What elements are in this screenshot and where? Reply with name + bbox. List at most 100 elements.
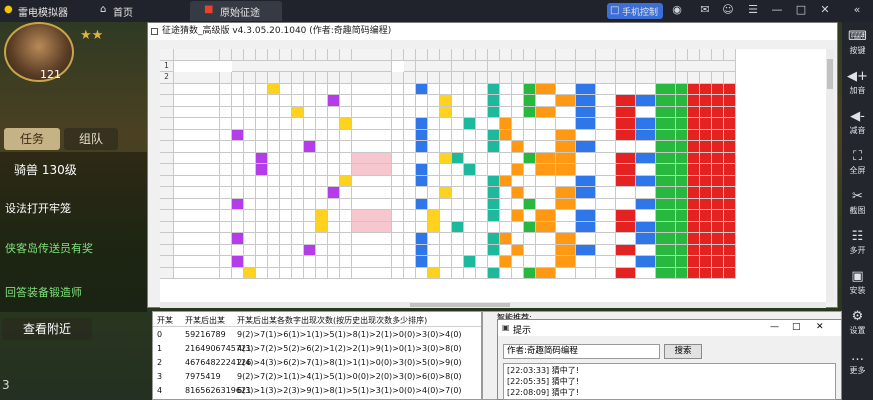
odd-even-cell [556,187,576,199]
remainder-mark [440,152,452,164]
prime-composite-cell [536,244,556,256]
repeat-cell [464,83,476,95]
menu-icon[interactable]: ☰ [746,3,760,17]
tab-home[interactable]: 首页 [113,4,133,19]
user-icon[interactable]: ☺ [721,3,735,17]
odd-even-cell [556,267,576,279]
digit-cell [292,152,304,164]
minimize-icon[interactable]: — [770,3,784,17]
remainder-cell [428,141,440,153]
toolbar-fullscreen[interactable]: ⛶ 全屏 [842,150,873,176]
toolbar-apk-install[interactable]: ▣ 安装 [842,270,873,296]
odd-even-cell [556,198,576,210]
digit-cell [232,83,244,95]
row-number [160,106,174,118]
freq-cell [724,187,736,199]
sub-header [268,72,280,84]
author-field[interactable]: 作者:奇趣简码编程 [503,344,660,359]
log-box[interactable]: [22:03:33] 猜中了! [22:05:35] 猜中了! [22:08:09]… [503,363,836,400]
quest-mount[interactable]: 骑兽 130级 [14,161,77,178]
row-open [220,221,232,233]
home-icon[interactable]: ⌂ [100,4,106,15]
gamepad-icon[interactable]: ◉ [670,3,684,17]
toolbar-multi-open[interactable]: ☷ 多开 [842,230,873,256]
freq-cell [688,267,700,279]
sub-header [596,72,616,84]
expand-icon[interactable]: « [850,3,864,17]
freq-cell [724,129,736,141]
col-letter [280,49,292,61]
digit-mark [232,233,244,245]
tip-titlebar: ▣ 提示 — □ ✕ [498,320,841,336]
quest-item-2[interactable]: 侠客岛传送员有奖 [5,240,93,256]
hot-mark [512,210,524,222]
hot-cell [524,244,536,256]
horizontal-scrollbar[interactable] [160,302,826,308]
tab-game[interactable]: ■ 原始征途 [190,1,282,21]
odd-even-cell [556,141,576,153]
row-amplitude [404,152,416,164]
data-grid[interactable]: 12 [160,49,826,302]
remainder-cell [428,129,440,141]
avatar[interactable] [4,22,74,82]
toolbar-more[interactable]: … 更多 [842,350,873,376]
row-open [220,106,232,118]
toolbar-scissors[interactable]: ✂ 截图 [842,190,873,216]
row-time [174,233,220,245]
blank-cell [392,198,404,210]
remainder-mark [416,83,428,95]
col-letter [524,49,536,61]
freq-cell [676,267,688,279]
vertical-scrollbar[interactable] [826,49,834,302]
handle-control-button[interactable]: □ 手机控制 [607,3,663,19]
toolbar-volume-down[interactable]: ◀- 减音 [842,110,873,136]
front-back-cell [596,210,616,222]
digit-cell [340,129,352,141]
tab-team[interactable]: 组队 [64,128,118,150]
toolbar-volume-up[interactable]: ◀+ 加音 [842,70,873,96]
repeat-cell [476,256,488,268]
nearby-button[interactable]: 查看附近 [2,318,92,340]
sub-header [440,72,452,84]
close-icon[interactable]: ✕ [818,3,832,17]
digit-cell [244,129,256,141]
up-down-cell [636,83,656,95]
sub-header [392,72,404,84]
minimize-icon[interactable]: — [770,322,779,332]
freq-cell [676,244,688,256]
remainder-cell [440,118,452,130]
row-number [160,267,174,279]
row-link [352,187,392,199]
toolbar-keyboard[interactable]: ⌨ 按键 [842,30,873,56]
close-icon[interactable]: ✕ [816,322,824,332]
remainder-mark [416,244,428,256]
inner-outer-cell [616,210,636,222]
hot-mark [512,141,524,153]
tab-task[interactable]: 任务 [4,128,60,150]
tip-title: 提示 [513,326,532,336]
repeat-cell [452,129,464,141]
freq-cell [712,118,724,130]
maximize-icon[interactable]: □ [792,322,801,332]
group-header [232,60,392,72]
search-button[interactable]: 搜索 [664,344,702,359]
maximize-icon[interactable]: □ [794,3,808,17]
digit-cell [232,175,244,187]
digit-cell [256,267,268,279]
mail-icon[interactable]: ✉ [698,3,712,17]
remainder-mark [416,175,428,187]
row-link [352,118,392,130]
col-letter [676,49,688,61]
quest-item-1[interactable]: 设法打开牢笼 [5,200,71,216]
blank-cell [392,256,404,268]
odd-even-cell [556,129,576,141]
freq-cell [688,83,700,95]
hot-mark [512,164,524,176]
digit-cell [304,106,316,118]
row-number [160,175,174,187]
toolbar-settings[interactable]: ⚙ 设置 [842,310,873,336]
repeat-cell [452,118,464,130]
quest-item-3[interactable]: 回答装备锻造师 [5,284,82,300]
toolbar-label: 减音 [849,126,866,135]
digit-cell [244,187,256,199]
